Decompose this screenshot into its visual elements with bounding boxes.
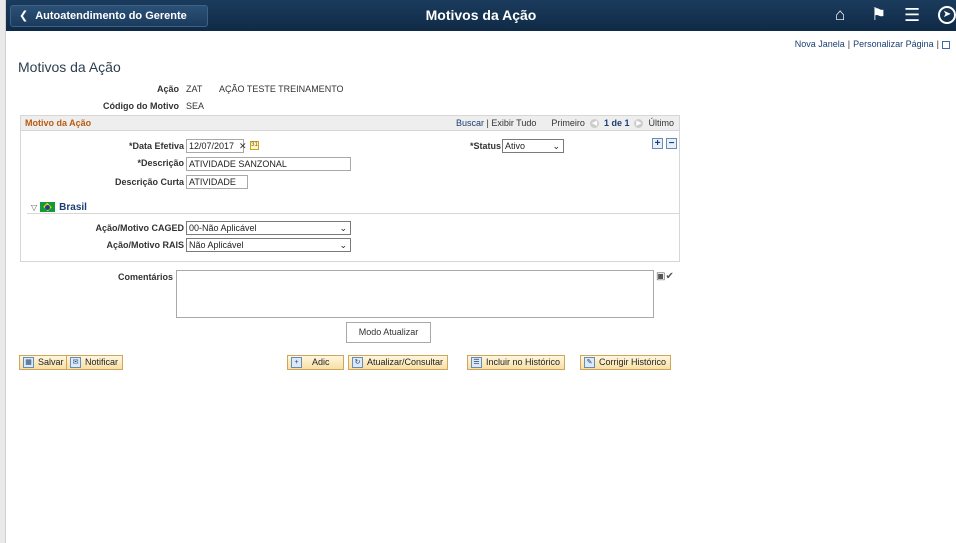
comentarios-textarea[interactable] — [176, 270, 654, 318]
update-display-button[interactable]: ↻ Atualizar/Consultar — [348, 355, 449, 370]
descricao-label: *Descrição — [137, 158, 184, 168]
data-efetiva-label: *Data Efetiva — [128, 141, 184, 151]
add-row-button[interactable]: + — [652, 138, 663, 149]
row-count: 1 de 1 — [603, 118, 630, 128]
update-icon: ↻ — [352, 357, 363, 368]
descricao-curta-input[interactable] — [186, 175, 248, 189]
status-label: *Status — [469, 141, 501, 151]
section-divider — [27, 213, 679, 214]
flag-icon[interactable]: ⚑ — [871, 6, 886, 24]
save-button[interactable]: ▦ Salvar — [19, 355, 69, 370]
notify-button[interactable]: ✉ Notificar — [66, 355, 124, 370]
status-select[interactable]: Ativo ⌄ — [502, 139, 564, 153]
personalize-page-link[interactable]: Personalizar Página — [853, 39, 934, 49]
grid-navigation: Buscar | Exibir Tudo Primeiro ◀ 1 de 1 ▶… — [455, 118, 674, 129]
caged-selected: 00-Não Aplicável — [189, 223, 257, 233]
rais-label: Ação/Motivo RAIS — [106, 240, 184, 250]
save-icon: ▦ — [23, 357, 34, 368]
chevron-down-icon: ⌄ — [552, 141, 560, 151]
rais-selected: Não Aplicável — [189, 240, 244, 250]
notify-button-label: Notificar — [85, 357, 119, 367]
previous-arrow-icon[interactable]: ◀ — [589, 119, 599, 129]
acao-label: Ação — [156, 84, 179, 94]
chevron-down-icon: ⌄ — [339, 240, 347, 250]
correct-history-button[interactable]: ✎ Corrigir Histórico — [580, 355, 672, 370]
brasil-section-toggle[interactable]: ▽ Brasil — [31, 202, 87, 213]
chevron-down-icon: ⌄ — [339, 223, 347, 233]
calendar-icon[interactable]: 31 — [250, 141, 259, 150]
chevron-left-icon: ❮ — [19, 10, 29, 22]
history-icon: ☰ — [471, 357, 482, 368]
brazil-flag-icon — [40, 202, 56, 213]
link-separator: | — [847, 39, 851, 49]
add-button[interactable]: + Adic — [287, 355, 344, 370]
spell-check-icon[interactable]: ▣✔ — [656, 271, 674, 282]
next-arrow-icon[interactable]: ▶ — [634, 119, 644, 129]
left-frame-border — [0, 0, 6, 543]
data-efetiva-input[interactable] — [186, 139, 244, 153]
descricao-input[interactable] — [186, 157, 351, 171]
rais-select[interactable]: Não Aplicável ⌄ — [186, 238, 351, 252]
motivo-acao-grid: Motivo da Ação Buscar | Exibir Tudo Prim… — [20, 115, 680, 262]
acao-description: AÇÃO TESTE TREINAMENTO — [219, 84, 344, 94]
header-bar: ❮ Autoatendimento do Gerente Motivos da A… — [6, 0, 956, 31]
grid-icon[interactable] — [942, 40, 950, 49]
new-window-link[interactable]: Nova Janela — [795, 39, 845, 49]
view-all-link[interactable]: Exibir Tudo — [491, 118, 536, 128]
grid-title: Motivo da Ação — [25, 118, 92, 128]
back-button-label: Autoatendimento do Gerente — [35, 10, 187, 22]
top-links: Nova Janela | Personalizar Página | — [795, 39, 950, 49]
home-icon[interactable]: ⌂ — [835, 6, 845, 24]
codigo-motivo-value: SEA — [186, 101, 205, 111]
delete-row-button[interactable]: − — [666, 138, 677, 149]
correct-history-label: Corrigir Histórico — [599, 357, 667, 367]
correct-history-icon: ✎ — [584, 357, 595, 368]
mode-indicator: Modo Atualizar — [346, 322, 431, 343]
update-button-label: Atualizar/Consultar — [367, 357, 444, 367]
caged-label: Ação/Motivo CAGED — [95, 223, 184, 233]
first-label[interactable]: Primeiro — [551, 118, 585, 128]
clear-date-icon[interactable]: ✕ — [239, 141, 247, 152]
add-icon: + — [291, 357, 302, 368]
collapse-triangle-icon: ▽ — [31, 203, 38, 212]
comentarios-label: Comentários — [117, 272, 173, 282]
include-history-label: Incluir no Histórico — [486, 357, 561, 367]
link-separator: | — [936, 39, 939, 49]
back-button[interactable]: ❮ Autoatendimento do Gerente — [10, 5, 208, 27]
find-link[interactable]: Buscar — [456, 118, 484, 128]
grid-header: Motivo da Ação Buscar | Exibir Tudo Prim… — [21, 116, 679, 131]
save-button-label: Salvar — [38, 357, 64, 367]
brasil-label: Brasil — [59, 202, 87, 213]
descricao-curta-label: Descrição Curta — [114, 177, 184, 187]
status-selected: Ativo — [505, 141, 526, 151]
compass-icon[interactable]: ➤ — [938, 6, 956, 24]
caged-select[interactable]: 00-Não Aplicável ⌄ — [186, 221, 351, 235]
include-history-button[interactable]: ☰ Incluir no Histórico — [467, 355, 566, 370]
notify-icon: ✉ — [70, 357, 81, 368]
last-label[interactable]: Último — [648, 118, 674, 128]
add-button-label: Adic — [312, 357, 330, 367]
codigo-motivo-label: Código do Motivo — [103, 101, 179, 111]
acao-code: ZAT — [186, 84, 203, 94]
menu-icon[interactable]: ☰ — [904, 6, 920, 24]
page-title: Motivos da Ação — [18, 59, 121, 75]
